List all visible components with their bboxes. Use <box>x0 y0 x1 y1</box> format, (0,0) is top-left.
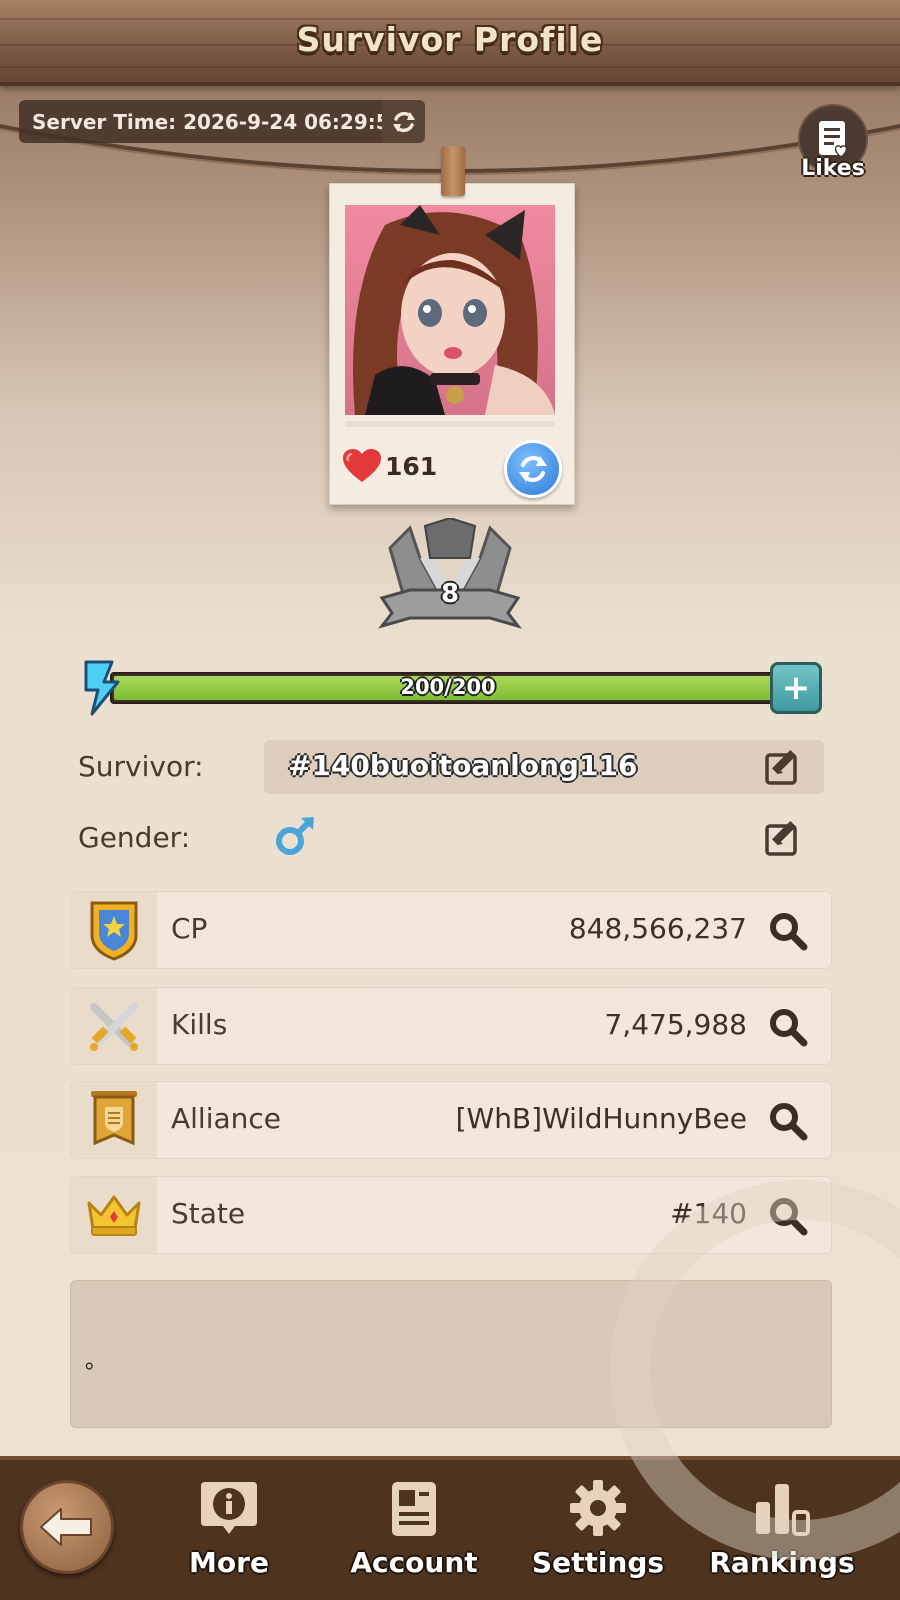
stamina-bolt-icon <box>84 660 120 716</box>
stat-value: 7,475,988 <box>604 1008 747 1041</box>
search-icon[interactable] <box>767 1195 809 1237</box>
rankings-icon <box>756 1484 810 1536</box>
account-card-icon <box>392 1482 436 1536</box>
profile-note-box[interactable]: 。 <box>70 1280 832 1428</box>
avatar[interactable] <box>345 205 555 415</box>
stat-label: Alliance <box>171 1102 282 1135</box>
stamina-bar: 200/200 + <box>82 660 822 716</box>
likes-label: Likes <box>801 156 865 181</box>
likes-count-text: 161 <box>385 451 438 481</box>
search-icon[interactable] <box>767 1006 809 1048</box>
add-stamina-button[interactable]: + <box>770 662 822 714</box>
stat-row-kills[interactable]: Kills 7,475,988 <box>70 987 832 1065</box>
nav-more[interactable]: More <box>144 1478 314 1598</box>
page-title: Survivor Profile <box>296 20 604 59</box>
nav-label: More <box>189 1546 269 1579</box>
nav-label: Rankings <box>709 1546 855 1579</box>
gender-label: Gender: <box>78 821 191 854</box>
stat-value: 848,566,237 <box>568 912 747 945</box>
stat-label: CP <box>171 912 208 945</box>
stat-value: #140 <box>670 1197 747 1230</box>
clothespin-decoration <box>441 146 465 196</box>
survivor-name: #140buoitoanlong116 <box>288 749 638 782</box>
back-arrow-icon <box>40 1508 92 1546</box>
stat-value: [WhB]WildHunnyBee <box>455 1102 747 1135</box>
alliance-banner-icon <box>71 1082 157 1158</box>
header-bar: Survivor Profile <box>0 0 900 86</box>
likes-button[interactable]: Likes <box>798 104 868 184</box>
edit-name-icon[interactable] <box>764 747 804 787</box>
stamina-value: 200/200 <box>400 675 496 699</box>
nav-account[interactable]: Account <box>329 1478 499 1598</box>
stat-row-alliance[interactable]: Alliance [WhB]WildHunnyBee <box>70 1081 832 1159</box>
profile-note-text: 。 <box>85 1349 108 1374</box>
nav-rankings[interactable]: Rankings <box>697 1478 867 1598</box>
stat-row-cp[interactable]: CP 848,566,237 <box>70 891 832 969</box>
server-time-bar: Server Time: 2026-9-24 06:29:57 <box>19 100 425 143</box>
bottom-nav: More Account Settings Rankings <box>0 1456 900 1600</box>
gear-icon <box>570 1480 626 1536</box>
nav-settings[interactable]: Settings <box>513 1478 683 1598</box>
stat-label: Kills <box>171 1008 228 1041</box>
refresh-avatar-icon[interactable] <box>504 440 562 498</box>
nav-label: Settings <box>531 1546 665 1579</box>
info-icon <box>201 1482 257 1534</box>
rank-badge-icon[interactable]: 8 <box>370 516 530 648</box>
survivor-name-field: #140buoitoanlong116 <box>264 740 824 794</box>
stat-row-state[interactable]: State #140 <box>70 1176 832 1254</box>
edit-gender-icon[interactable] <box>764 818 804 858</box>
nav-label: Account <box>350 1546 478 1579</box>
crossed-swords-icon <box>71 988 157 1064</box>
profile-photo-card: 161 <box>329 183 575 505</box>
rank-level: 8 <box>440 579 460 609</box>
server-time-text: Server Time: 2026-9-24 06:29:57 <box>32 110 404 134</box>
survivor-profile-screen: Survivor Profile Server Time: 2026-9-24 … <box>0 0 900 1600</box>
likes-counter: 161 <box>343 449 437 483</box>
back-button[interactable] <box>20 1480 114 1574</box>
heart-icon <box>343 449 381 482</box>
stat-label: State <box>171 1197 246 1230</box>
photo-caption-strip <box>345 421 555 427</box>
survivor-label: Survivor: <box>78 750 204 783</box>
crown-icon <box>71 1177 157 1253</box>
male-icon <box>276 817 314 855</box>
stamina-track: 200/200 <box>110 672 786 704</box>
refresh-icon[interactable] <box>382 100 425 143</box>
cp-shield-icon <box>71 892 157 968</box>
search-icon[interactable] <box>767 910 809 952</box>
search-icon[interactable] <box>767 1100 809 1142</box>
